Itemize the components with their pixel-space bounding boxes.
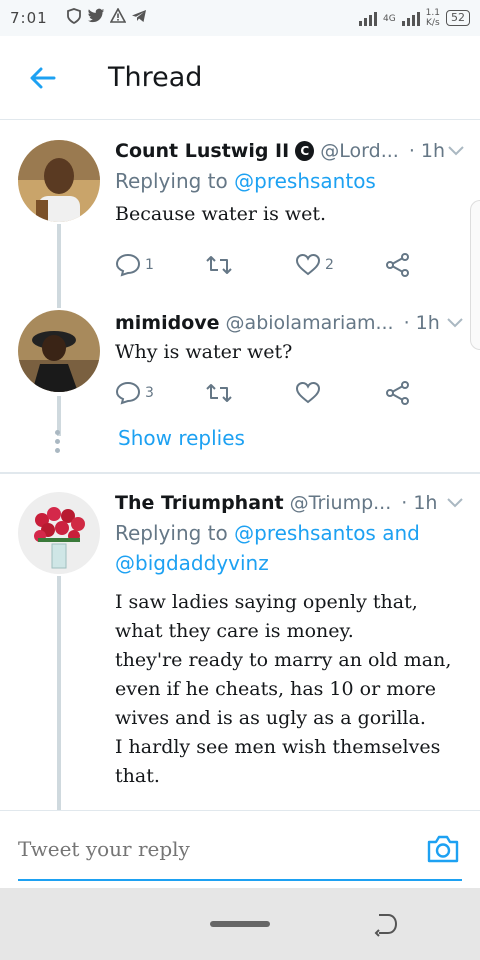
like-count: 2 [325, 257, 334, 273]
author-handle[interactable]: @abiolamariam... [226, 312, 394, 334]
heart-icon [295, 381, 321, 404]
reply-icon [115, 381, 141, 405]
tweet[interactable]: Count Lustwig II C @Lord... · 1h Replyin… [0, 122, 480, 308]
battery-icon: 52 [446, 10, 470, 26]
tweet-text: Because water is wet. [115, 203, 327, 225]
tweet[interactable]: mimidove @abiolamariam... · 1h Why is wa… [0, 308, 480, 474]
tweet-text-line: what they care is money. [115, 620, 354, 642]
reply-input-underline [18, 879, 462, 881]
retweet-icon [206, 384, 232, 402]
reply-count: 3 [145, 385, 154, 401]
replying-to: Replying to @preshsantos and [115, 518, 466, 548]
tweet-text: Why is water wet? [115, 341, 293, 363]
verified-badge-icon: C [295, 141, 315, 161]
home-pill[interactable] [210, 921, 270, 927]
author-name[interactable]: mimidove [115, 312, 220, 334]
status-time: 7:01 [10, 9, 48, 27]
tweet-body: Count Lustwig II C @Lord... · 1h Replyin… [115, 136, 466, 229]
battery-level: 52 [451, 11, 465, 24]
avatar[interactable] [18, 492, 100, 574]
mention-link[interactable]: @preshsantos and [234, 521, 420, 545]
camera-button[interactable] [426, 833, 460, 867]
like-button[interactable] [295, 381, 325, 405]
share-button[interactable] [385, 381, 411, 405]
chevron-down-icon[interactable] [444, 312, 466, 334]
app-header: Thread [0, 36, 480, 120]
system-nav-bar [0, 888, 480, 960]
tweet-text-line: wives and is as ugly as a gorilla. [115, 707, 426, 729]
network-speed-unit: K/s [426, 18, 440, 28]
share-icon [386, 381, 409, 405]
status-bar: 7:01 4G 1.1 K/s 52 [0, 0, 480, 36]
back-arrow-icon [30, 67, 56, 88]
tweet-header: mimidove @abiolamariam... · 1h [115, 308, 466, 338]
camera-icon [427, 835, 459, 863]
tweet-text-line: I saw ladies saying openly that, [115, 591, 418, 613]
separator-dot: · [403, 312, 410, 334]
warning-icon [109, 7, 127, 28]
twitter-notification-icon [87, 8, 105, 28]
show-replies-link[interactable]: Show replies [118, 426, 245, 450]
author-name[interactable]: The Triumphant [115, 492, 284, 514]
avatar[interactable] [18, 140, 100, 222]
tweet-time: 1h [420, 140, 446, 162]
share-icon [386, 253, 409, 277]
tweet-text-line: even if he cheats, has 10 or more [115, 678, 436, 700]
tweet-time: 1h [415, 312, 440, 334]
author-name[interactable]: Count Lustwig II [115, 140, 289, 162]
tweet-actions: 3 [115, 376, 415, 410]
more-replies-dots [55, 430, 60, 453]
separator-dot: · [408, 140, 415, 162]
page-title: Thread [108, 62, 203, 93]
reply-input[interactable] [18, 837, 398, 861]
tweet-text: I saw ladies saying openly that, what th… [115, 588, 466, 791]
thread-line [57, 224, 61, 308]
reply-button[interactable]: 1 [115, 253, 154, 277]
tweet-text-line: that. [115, 765, 160, 787]
heart-icon [295, 253, 321, 276]
back-gesture-icon[interactable] [373, 912, 399, 938]
tweet-time: 1h [413, 492, 438, 514]
chevron-down-icon[interactable] [444, 492, 466, 514]
thread-line [57, 576, 61, 810]
tweet[interactable]: The Triumphant @Triump... · 1h Replying … [0, 474, 480, 810]
mention-link[interactable]: @bigdaddyvinz [115, 551, 269, 575]
author-handle[interactable]: @Triump... [290, 492, 392, 514]
network-speed-value: 1.1 [425, 8, 440, 18]
author-handle[interactable]: @Lord... [320, 140, 399, 162]
tweet-header: The Triumphant @Triump... · 1h [115, 488, 466, 518]
replying-prefix: Replying to [115, 169, 228, 193]
back-button[interactable] [16, 51, 70, 105]
reply-count: 1 [145, 257, 154, 273]
mention-link[interactable]: @preshsantos [234, 169, 376, 193]
retweet-button[interactable] [205, 254, 237, 276]
reply-button[interactable]: 3 [115, 381, 154, 405]
retweet-button[interactable] [205, 382, 237, 404]
replying-prefix: Replying to [115, 521, 228, 545]
tweet-body: The Triumphant @Triump... · 1h Replying … [115, 488, 466, 791]
share-button[interactable] [385, 253, 411, 277]
separator-dot: · [401, 492, 408, 514]
replying-to: Replying to @preshsantos [115, 166, 466, 196]
tweet-header: Count Lustwig II C @Lord... · 1h [115, 136, 466, 166]
tweet-body: mimidove @abiolamariam... · 1h Why is wa… [115, 308, 466, 367]
tweet-actions: 1 2 [115, 248, 415, 282]
scroll-handle[interactable] [470, 200, 480, 350]
tweet-text-line: they're ready to marry an old man, [115, 649, 452, 671]
vpn-icon [66, 8, 82, 28]
replying-to-continued: @bigdaddyvinz [115, 548, 466, 578]
network-speed: 1.1 K/s [426, 8, 440, 28]
retweet-icon [206, 256, 232, 274]
reply-icon [115, 253, 141, 277]
like-button[interactable]: 2 [295, 253, 334, 277]
tweet-text-line: I hardly see men wish themselves [115, 736, 441, 758]
network-type: 4G [382, 14, 396, 24]
reply-bar [0, 810, 480, 886]
chevron-down-icon[interactable] [445, 140, 466, 162]
wifi-signal-icon [358, 10, 377, 26]
telegram-icon [131, 8, 147, 28]
avatar[interactable] [18, 310, 100, 392]
cell-signal-icon [401, 10, 420, 26]
